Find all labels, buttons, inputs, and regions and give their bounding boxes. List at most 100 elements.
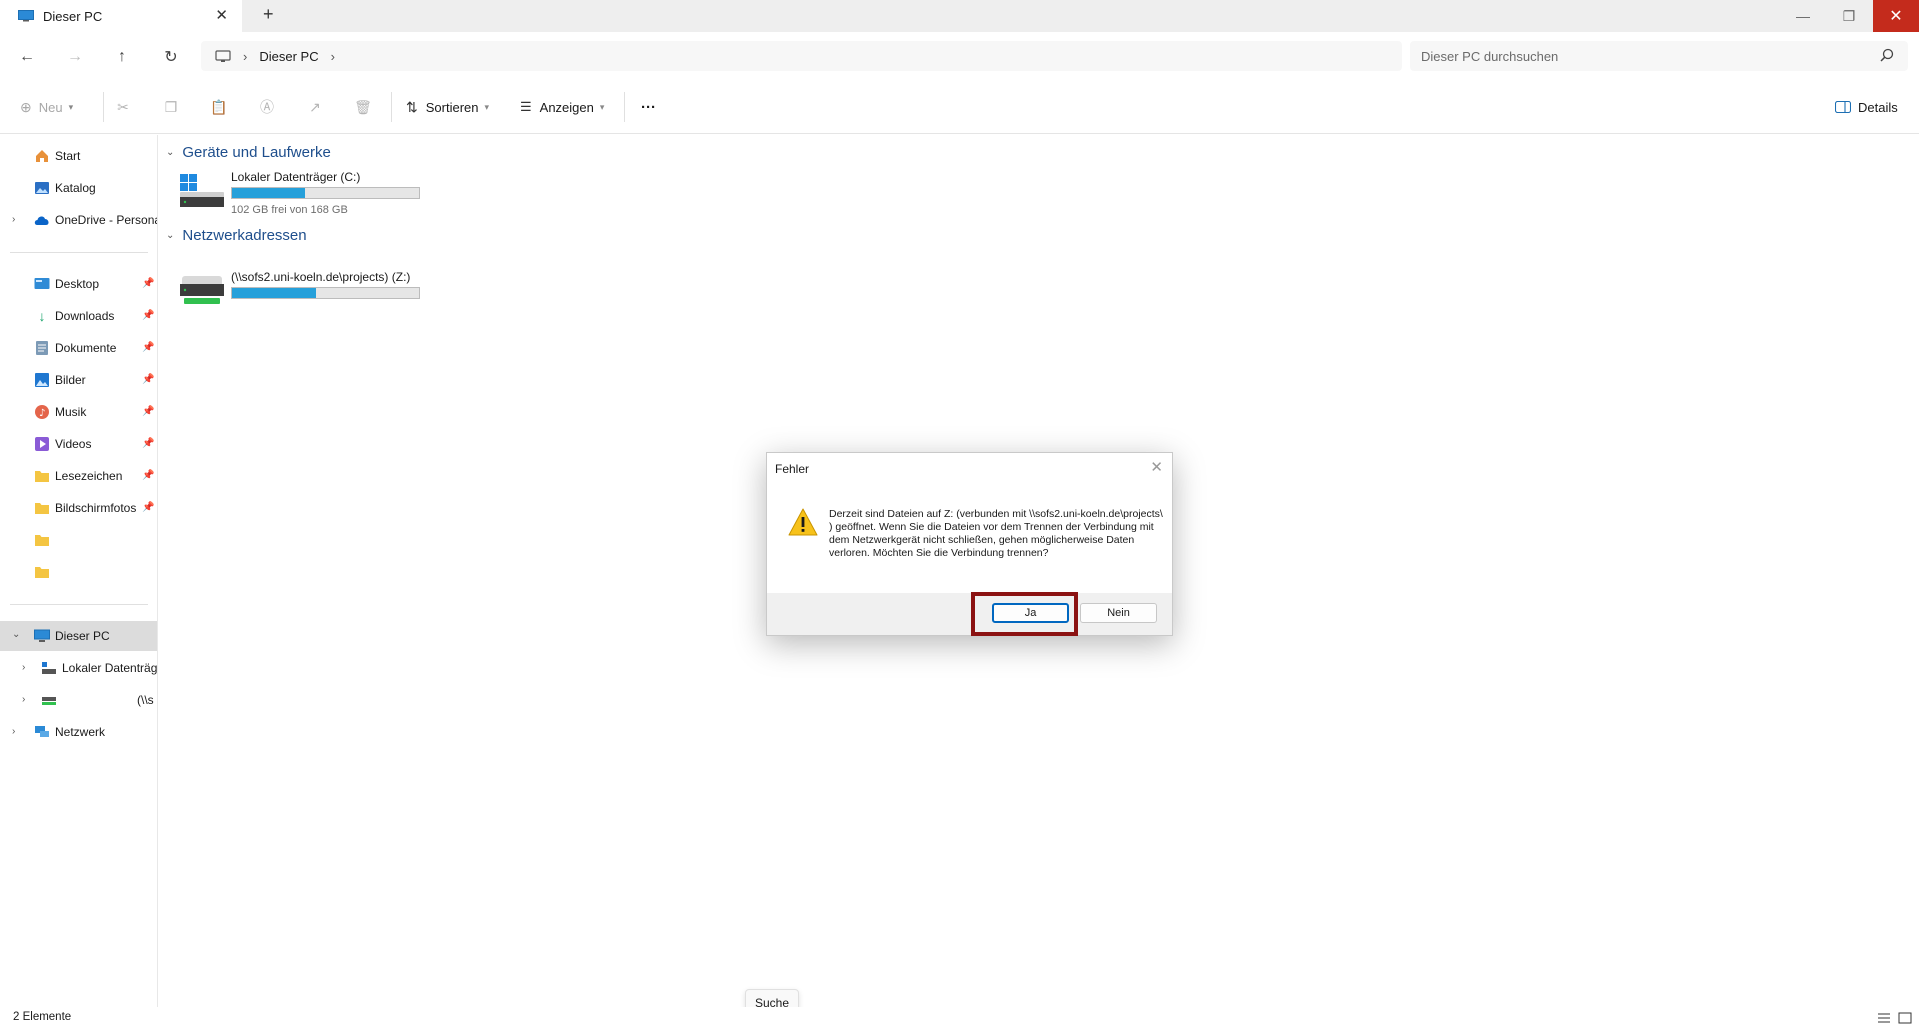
sidebar-item-folder[interactable] [0, 557, 157, 587]
sidebar-item-label: Lokaler Datenträg [62, 661, 158, 675]
address-bar[interactable]: › Dieser PC › [201, 41, 1402, 71]
sidebar-item-netzwerk[interactable]: › Netzwerk [0, 717, 157, 747]
share-icon[interactable]: ↗ [306, 98, 324, 116]
drive-usage-bar [231, 287, 420, 299]
toolbar-divider [103, 92, 104, 122]
sidebar-item-local-drive[interactable]: › Lokaler Datenträg [0, 653, 157, 683]
tab-dieser-pc[interactable]: Dieser PC ✕ [0, 0, 242, 32]
pin-icon[interactable]: 📌 [142, 278, 154, 289]
breadcrumb-dieser-pc[interactable]: Dieser PC [259, 49, 318, 64]
chevron-down-icon: ▾ [484, 101, 490, 112]
forward-arrow-icon[interactable]: → [64, 46, 86, 68]
details-view-icon[interactable] [1877, 1012, 1891, 1024]
plus-circle-icon: ⊕ [20, 98, 32, 115]
pin-icon[interactable]: 📌 [142, 502, 154, 513]
new-button[interactable]: ⊕ Neu ▾ [20, 96, 73, 118]
search-input[interactable] [1421, 48, 1861, 64]
minimize-button[interactable]: — [1780, 0, 1826, 32]
paste-icon[interactable]: 📋 [210, 98, 228, 116]
sidebar-item-dieser-pc[interactable]: ⌄ Dieser PC [0, 621, 157, 651]
details-button[interactable]: Details [1835, 96, 1898, 118]
pin-icon[interactable]: 📌 [142, 374, 154, 385]
drive-usage-fill [232, 188, 305, 198]
dialog-close-icon[interactable]: ✕ [1150, 458, 1163, 476]
pin-icon[interactable]: 📌 [142, 406, 154, 417]
sidebar-item-label: Downloads [55, 309, 115, 323]
sidebar-divider [10, 252, 148, 253]
cut-icon[interactable]: ✂ [114, 98, 132, 116]
refresh-icon[interactable]: ↻ [160, 46, 182, 68]
music-icon: ♪ [34, 404, 50, 420]
sidebar-item-label: OneDrive - Persona [55, 213, 158, 227]
back-arrow-icon[interactable]: ← [16, 46, 38, 68]
sidebar-item-desktop[interactable]: Desktop 📌 [0, 269, 157, 299]
details-pane-icon [1835, 101, 1851, 113]
copy-icon[interactable]: ❐ [162, 98, 180, 116]
chevron-right-icon[interactable]: › [22, 694, 25, 705]
gallery-icon [34, 180, 50, 196]
drive-usage-bar [231, 187, 420, 199]
drive-item-z[interactable]: (\\sofs2.uni-koeln.de\projects) (Z:) [180, 270, 440, 326]
windows-drive-icon [180, 174, 224, 207]
drive-name: Lokaler Datenträger (C:) [231, 170, 361, 184]
documents-icon [34, 340, 50, 356]
drive-name: (\\sofs2.uni-koeln.de\projects) (Z:) [231, 270, 411, 284]
sidebar-item-lesezeichen[interactable]: Lesezeichen 📌 [0, 461, 157, 491]
sidebar-item-label: Desktop [55, 277, 100, 291]
tiles-view-icon[interactable] [1898, 1012, 1912, 1024]
sidebar-item-network-drive[interactable]: › (\\s [0, 685, 157, 715]
rename-icon[interactable]: Ⓐ [258, 98, 276, 116]
tab-close-icon[interactable]: ✕ [215, 6, 228, 24]
details-label: Details [1858, 99, 1898, 115]
network-drive-icon [41, 692, 57, 708]
error-dialog: Fehler ✕ Derzeit sind Dateien auf Z: (ve… [766, 452, 1173, 636]
sidebar-item-videos[interactable]: Videos 📌 [0, 429, 157, 459]
chevron-right-icon[interactable]: › [12, 726, 15, 737]
sidebar-item-downloads[interactable]: ↓ Downloads 📌 [0, 301, 157, 331]
pin-icon[interactable]: 📌 [142, 310, 154, 321]
chevron-right-icon[interactable]: › [22, 662, 25, 673]
search-box[interactable] [1410, 41, 1908, 71]
chevron-down-icon[interactable]: ⌄ [166, 230, 174, 241]
chevron-right-icon[interactable]: › [12, 214, 15, 225]
sidebar-item-label: (\\s [137, 693, 154, 707]
sidebar-item-dokumente[interactable]: Dokumente 📌 [0, 333, 157, 363]
group-header-devices[interactable]: ⌄ Geräte und Laufwerke [166, 144, 331, 161]
chevron-down-icon[interactable]: ⌄ [166, 147, 174, 158]
more-options-button[interactable]: ··· [641, 96, 656, 118]
delete-icon[interactable]: 🗑 [354, 98, 372, 116]
desktop-folder-icon [34, 276, 50, 292]
view-label: Anzeigen [539, 99, 594, 115]
sidebar-item-start[interactable]: Start [0, 141, 157, 171]
sort-button[interactable]: ⇅ Sortieren ▾ [406, 96, 489, 118]
sidebar-item-folder[interactable] [0, 525, 157, 555]
pin-icon[interactable]: 📌 [142, 438, 154, 449]
new-tab-icon[interactable]: + [263, 4, 274, 25]
drive-item-c[interactable]: Lokaler Datenträger (C:) 102 GB frei von… [180, 170, 440, 226]
item-count: 2 Elemente [13, 1011, 72, 1023]
no-button[interactable]: Nein [1080, 603, 1157, 623]
svg-text:♪: ♪ [39, 408, 45, 419]
group-header-network[interactable]: ⌄ Netzwerkadressen [166, 227, 307, 244]
sidebar-item-katalog[interactable]: Katalog [0, 173, 157, 203]
sidebar-item-label: Start [55, 149, 81, 163]
toolbar-divider [391, 92, 392, 122]
sidebar-item-onedrive[interactable]: › OneDrive - Persona [0, 205, 157, 235]
close-window-button[interactable]: ✕ [1873, 0, 1919, 32]
sidebar-item-bildschirmfotos[interactable]: Bildschirmfotos 📌 [0, 493, 157, 523]
network-icon [34, 724, 50, 740]
chevron-down-icon[interactable]: ⌄ [12, 629, 20, 640]
view-button[interactable]: ☰ Anzeigen ▾ [520, 96, 604, 118]
pin-icon[interactable]: 📌 [142, 342, 154, 353]
chevron-right-icon[interactable]: › [331, 49, 335, 64]
sidebar-item-bilder[interactable]: Bilder 📌 [0, 365, 157, 395]
videos-icon [34, 436, 50, 452]
sidebar-item-label: Bildschirmfotos [55, 501, 137, 515]
sidebar-item-musik[interactable]: ♪ Musik 📌 [0, 397, 157, 427]
sidebar-item-label: Videos [55, 437, 92, 451]
pin-icon[interactable]: 📌 [142, 470, 154, 481]
search-icon[interactable] [1880, 48, 1894, 62]
warning-icon [788, 508, 818, 536]
restore-button[interactable]: ❐ [1826, 0, 1872, 32]
up-arrow-icon[interactable]: ↑ [111, 46, 133, 68]
